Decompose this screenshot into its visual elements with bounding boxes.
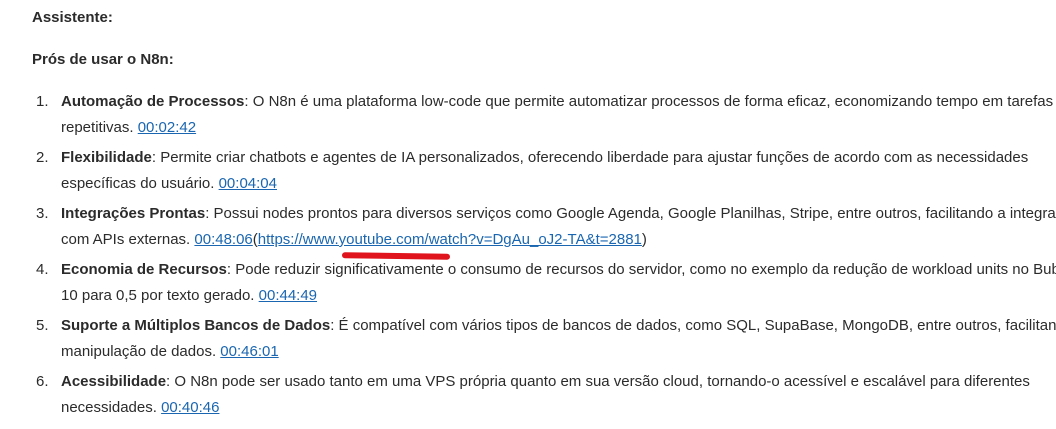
item-line-2: 10 para 0,5 por texto gerado. 00:44:49 [61,283,1056,309]
item-title: Economia de Recursos [61,261,227,278]
list-item: 4. Economia de Recursos: Pode reduzir si… [0,257,1056,309]
item-text-cont: repetitivas. [61,119,138,136]
list-item: 5. Suporte a Múltiplos Bancos de Dados: … [0,313,1056,365]
item-text: : Permite criar chatbots e agentes de IA… [151,149,1029,166]
youtube-url-link[interactable]: https://www.youtube.com/watch?v=DgAu_oJ2… [258,231,642,248]
timestamp-link[interactable]: 00:48:06 [194,231,252,248]
item-text: : O N8n é uma plataforma low-code que pe… [244,93,1054,110]
timestamp-link[interactable]: 00:02:42 [138,119,196,136]
assistant-label: Assistente: [32,9,113,26]
item-line-2: específicas do usuário. 00:04:04 [61,171,1056,197]
list-item: 6. Acessibilidade: O N8n pode ser usado … [0,369,1056,421]
item-title: Suporte a Múltiplos Bancos de Dados [61,317,331,334]
item-line-2: necessidades. 00:40:46 [61,395,1056,421]
item-line-2: com APIs externas. 00:48:06(https://www.… [61,227,1056,253]
timestamp-link[interactable]: 00:46:01 [220,343,278,360]
item-text: : O N8n pode ser usado tanto em uma VPS … [166,373,1030,390]
item-title: Automação de Processos [61,93,245,110]
item-line-1: Flexibilidade: Permite criar chatbots e … [61,145,1056,171]
item-number: 6. [36,373,49,390]
item-number: 5. [36,317,49,334]
item-text: : É compatível com vários tipos de banco… [330,317,1056,334]
item-text-cont: com APIs externas. [61,231,195,248]
item-title: Integrações Prontas [61,205,206,222]
item-text-cont: 10 para 0,5 por texto gerado. [61,287,259,304]
item-title: Acessibilidade [61,373,167,390]
item-line-2: repetitivas. 00:02:42 [61,115,1056,141]
list-item: 2. Flexibilidade: Permite criar chatbots… [0,145,1056,197]
item-text: : Pode reduzir significativamente o cons… [226,261,1056,278]
item-line-2: manipulação de dados. 00:46:01 [61,339,1056,365]
item-line-1: Integrações Prontas: Possui nodes pronto… [61,201,1056,227]
timestamp-link[interactable]: 00:44:49 [259,287,317,304]
item-text-cont: específicas do usuário. [61,175,219,192]
item-text-cont: necessidades. [61,399,162,416]
item-text: : Possui nodes prontos para diversos ser… [205,205,1056,222]
item-line-1: Automação de Processos: O N8n é uma plat… [61,89,1056,115]
item-number: 1. [36,93,49,110]
timestamp-link[interactable]: 00:04:04 [219,175,277,192]
item-text-cont: manipulação de dados. [61,343,221,360]
timestamp-link[interactable]: 00:40:46 [161,399,219,416]
list-item: 3. Integrações Prontas: Possui nodes pro… [0,201,1056,253]
item-line-1: Economia de Recursos: Pode reduzir signi… [61,257,1056,283]
item-number: 2. [36,149,49,166]
item-number: 3. [36,205,49,222]
item-number: 4. [36,261,49,278]
url-paren-close: ) [641,231,647,248]
item-line-1: Acessibilidade: O N8n pode ser usado tan… [61,369,1056,395]
item-title: Flexibilidade [61,149,152,166]
item-line-1: Suporte a Múltiplos Bancos de Dados: É c… [61,313,1056,339]
pros-list: 1. Automação de Processos: O N8n é uma p… [0,89,1056,425]
list-item: 1. Automação de Processos: O N8n é uma p… [0,89,1056,141]
pros-heading: Prós de usar o N8n: [32,51,174,68]
